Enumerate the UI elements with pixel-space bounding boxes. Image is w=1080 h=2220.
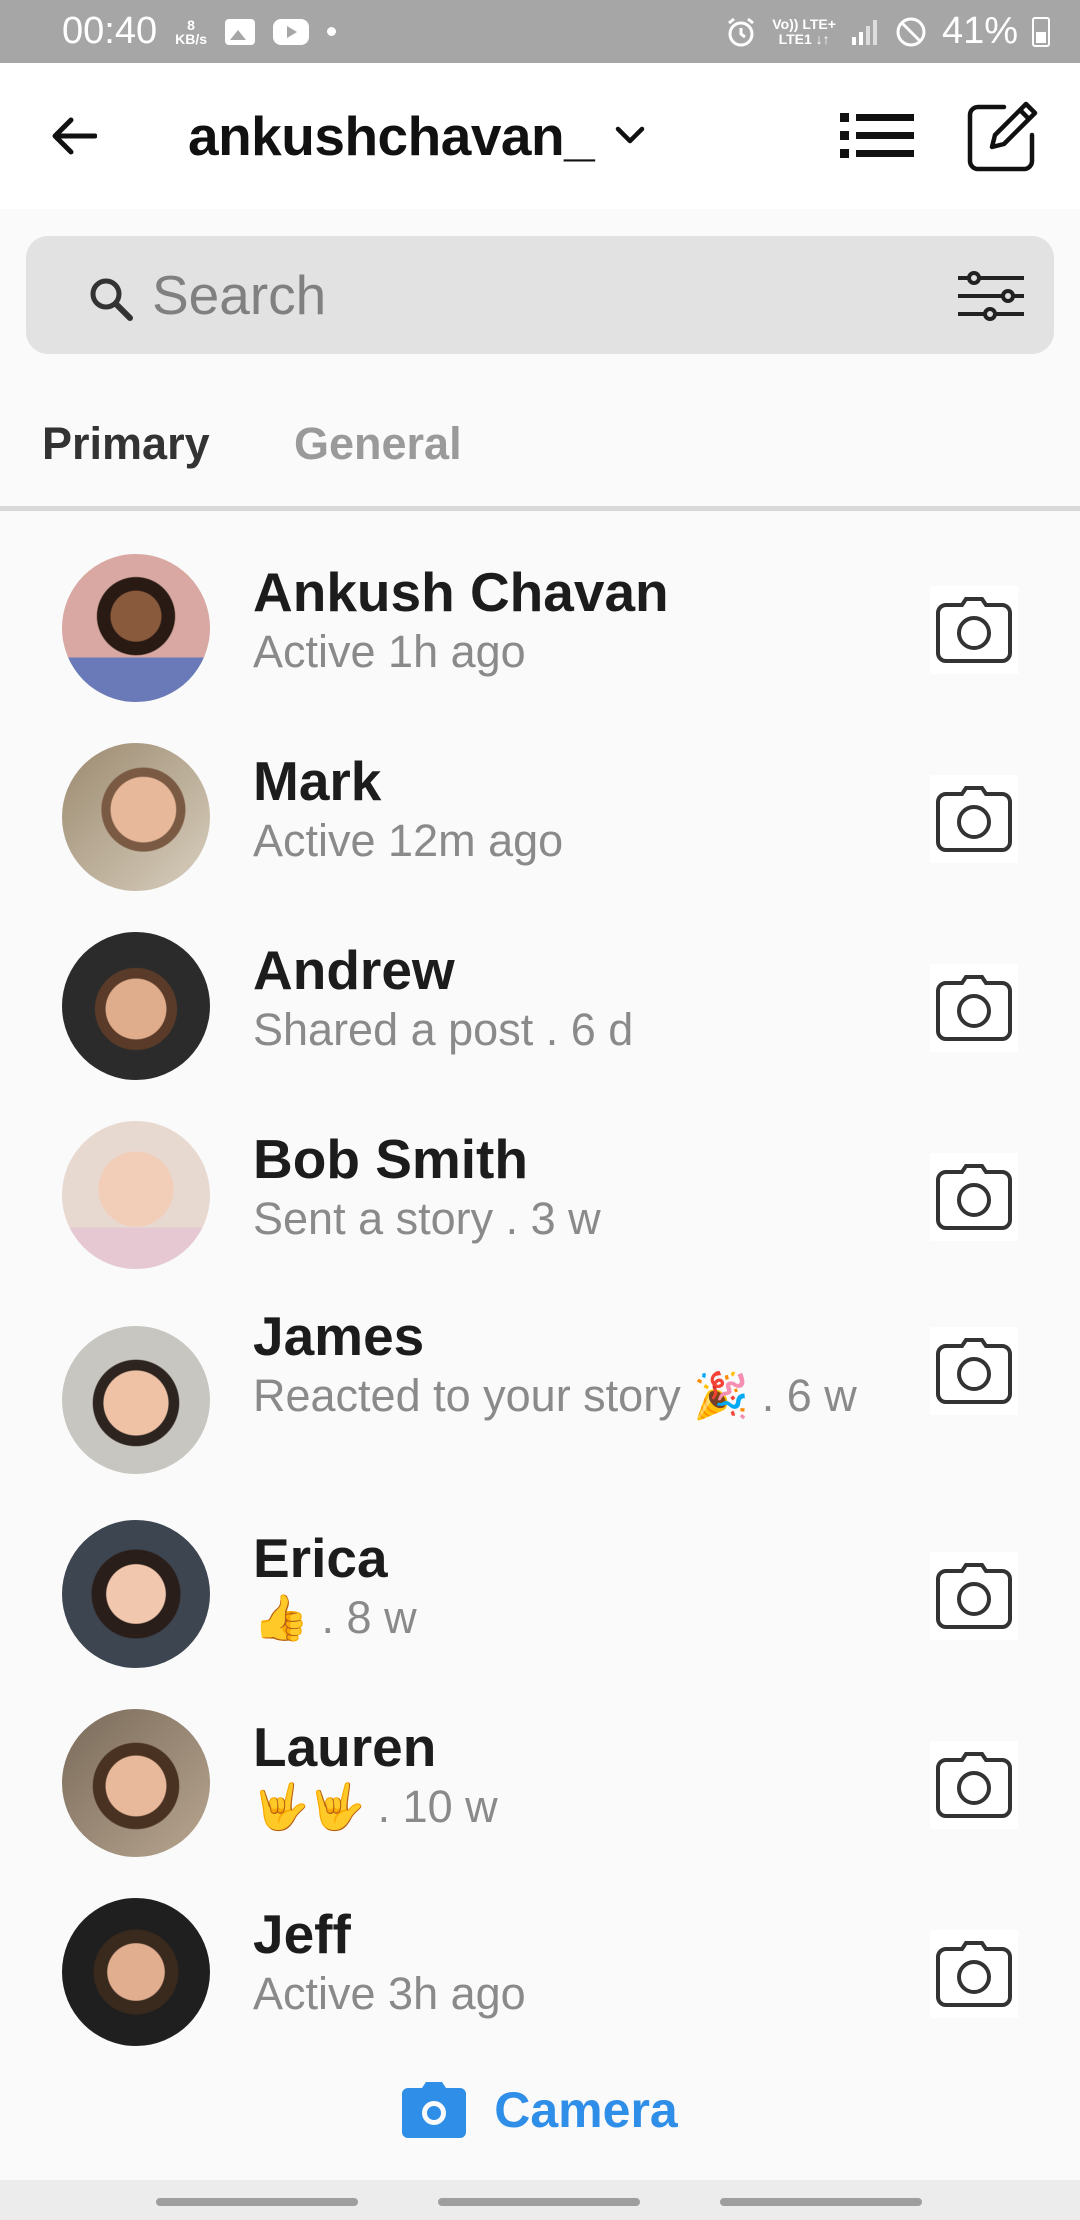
avatar bbox=[62, 932, 210, 1080]
tab-general[interactable]: General bbox=[294, 418, 462, 470]
camera-button[interactable]: Camera bbox=[0, 2070, 1080, 2150]
thread-camera-button[interactable] bbox=[930, 1153, 1018, 1241]
data-speed-unit: KB/s bbox=[175, 30, 207, 47]
thread-camera-button[interactable] bbox=[930, 1327, 1018, 1415]
camera-icon bbox=[936, 786, 1012, 852]
avatar bbox=[62, 554, 210, 702]
data-speed-value: 8 bbox=[187, 16, 195, 33]
status-bar: 00:40 8 KB/s Vo)) LTE+ LTE1 ↓↑ 41% bbox=[0, 0, 1080, 63]
list-icon bbox=[840, 113, 914, 158]
thread-row[interactable]: Ankush Chavan Active 1h ago bbox=[0, 541, 1080, 730]
thread-row[interactable]: Mark Active 12m ago bbox=[0, 730, 1080, 919]
compose-icon bbox=[967, 101, 1038, 172]
camera-icon bbox=[402, 2082, 467, 2138]
camera-button-label: Camera bbox=[494, 2082, 678, 2138]
thread-subtitle: Active 1h ago bbox=[253, 626, 526, 677]
thread-name: Mark bbox=[253, 750, 382, 812]
thread-name: Jeff bbox=[253, 1903, 351, 1965]
thread-camera-button[interactable] bbox=[930, 964, 1018, 1052]
camera-icon bbox=[936, 975, 1012, 1041]
filter-icon bbox=[958, 271, 1024, 321]
search-bar[interactable] bbox=[26, 236, 1054, 354]
thread-name: Andrew bbox=[253, 939, 455, 1001]
thread-name: Erica bbox=[253, 1527, 388, 1589]
thread-row[interactable]: Andrew Shared a post . 6 d bbox=[0, 919, 1080, 1108]
avatar bbox=[62, 1898, 210, 2046]
avatar bbox=[62, 743, 210, 891]
thread-list: Ankush Chavan Active 1h ago Mark Active … bbox=[0, 541, 1080, 2088]
thread-camera-button[interactable] bbox=[930, 775, 1018, 863]
list-view-button[interactable] bbox=[836, 101, 920, 171]
youtube-notification-icon bbox=[273, 18, 309, 45]
camera-icon bbox=[936, 1338, 1012, 1404]
avatar bbox=[62, 1709, 210, 1857]
thread-subtitle: Active 3h ago bbox=[253, 1968, 526, 2019]
thread-camera-button[interactable] bbox=[930, 1741, 1018, 1829]
camera-icon bbox=[936, 597, 1012, 663]
avatar bbox=[62, 1121, 210, 1269]
data-speed-indicator: 8 KB/s bbox=[175, 18, 207, 46]
thread-subtitle: 🤟🤟 . 10 w bbox=[253, 1781, 498, 1832]
thread-subtitle: Shared a post . 6 d bbox=[253, 1004, 634, 1055]
thread-subtitle: Reacted to your story 🎉 . 6 w bbox=[253, 1370, 857, 1421]
camera-icon bbox=[936, 1752, 1012, 1818]
battery-icon bbox=[1032, 16, 1050, 47]
thread-row[interactable]: Bob Smith Sent a story . 3 w bbox=[0, 1108, 1080, 1297]
network-type-indicator: Vo)) LTE+ LTE1 ↓↑ bbox=[772, 15, 836, 47]
network-type-bottom: LTE1 ↓↑ bbox=[778, 30, 830, 47]
inbox-tabs: Primary General bbox=[0, 400, 1080, 512]
thread-row[interactable]: James Reacted to your story 🎉 . 6 w bbox=[0, 1297, 1080, 1521]
thread-row[interactable]: Jeff Active 3h ago bbox=[0, 1898, 1080, 2088]
camera-icon bbox=[936, 1563, 1012, 1629]
do-not-disturb-icon bbox=[896, 17, 926, 46]
thread-subtitle: 👍 . 8 w bbox=[253, 1592, 417, 1643]
signal-icon bbox=[851, 19, 877, 45]
thread-camera-button[interactable] bbox=[930, 1552, 1018, 1640]
nav-recents-button[interactable] bbox=[156, 2198, 358, 2206]
gallery-notification-icon bbox=[225, 18, 255, 45]
camera-icon bbox=[936, 1164, 1012, 1230]
avatar bbox=[62, 1520, 210, 1668]
status-time: 00:40 bbox=[62, 10, 158, 52]
filter-button[interactable] bbox=[954, 266, 1028, 326]
thread-name: James bbox=[253, 1305, 425, 1367]
alarm-icon bbox=[728, 17, 755, 46]
search-icon bbox=[90, 278, 133, 321]
system-nav-bar bbox=[0, 2180, 1080, 2220]
avatar bbox=[62, 1326, 210, 1474]
tabs-divider bbox=[0, 506, 1080, 511]
thread-camera-button[interactable] bbox=[930, 586, 1018, 674]
tab-primary[interactable]: Primary bbox=[42, 418, 210, 470]
app-header: ankushchavan_ bbox=[0, 63, 1080, 209]
camera-icon bbox=[936, 1941, 1012, 2007]
battery-percentage: 41% bbox=[941, 10, 1018, 52]
nav-back-button[interactable] bbox=[720, 2198, 922, 2206]
thread-name: Bob Smith bbox=[253, 1128, 528, 1190]
back-button[interactable] bbox=[40, 103, 106, 169]
chevron-down-icon bbox=[612, 118, 648, 154]
thread-camera-button[interactable] bbox=[930, 1930, 1018, 2018]
thread-row[interactable]: Lauren 🤟🤟 . 10 w bbox=[0, 1709, 1080, 1899]
account-switcher[interactable]: ankushchavan_ bbox=[188, 101, 648, 171]
back-arrow-icon bbox=[52, 117, 97, 155]
thread-subtitle: Active 12m ago bbox=[253, 815, 564, 866]
thread-row[interactable]: Erica 👍 . 8 w bbox=[0, 1520, 1080, 1710]
account-name: ankushchavan_ bbox=[188, 105, 595, 167]
more-notifications-dot-icon bbox=[327, 27, 336, 36]
network-type-top: Vo)) LTE+ bbox=[772, 15, 836, 32]
nav-home-button[interactable] bbox=[438, 2198, 640, 2206]
thread-name: Lauren bbox=[253, 1716, 437, 1778]
compose-button[interactable] bbox=[960, 95, 1044, 179]
search-input[interactable] bbox=[152, 260, 912, 330]
thread-subtitle: Sent a story . 3 w bbox=[253, 1193, 601, 1244]
thread-name: Ankush Chavan bbox=[253, 561, 669, 623]
